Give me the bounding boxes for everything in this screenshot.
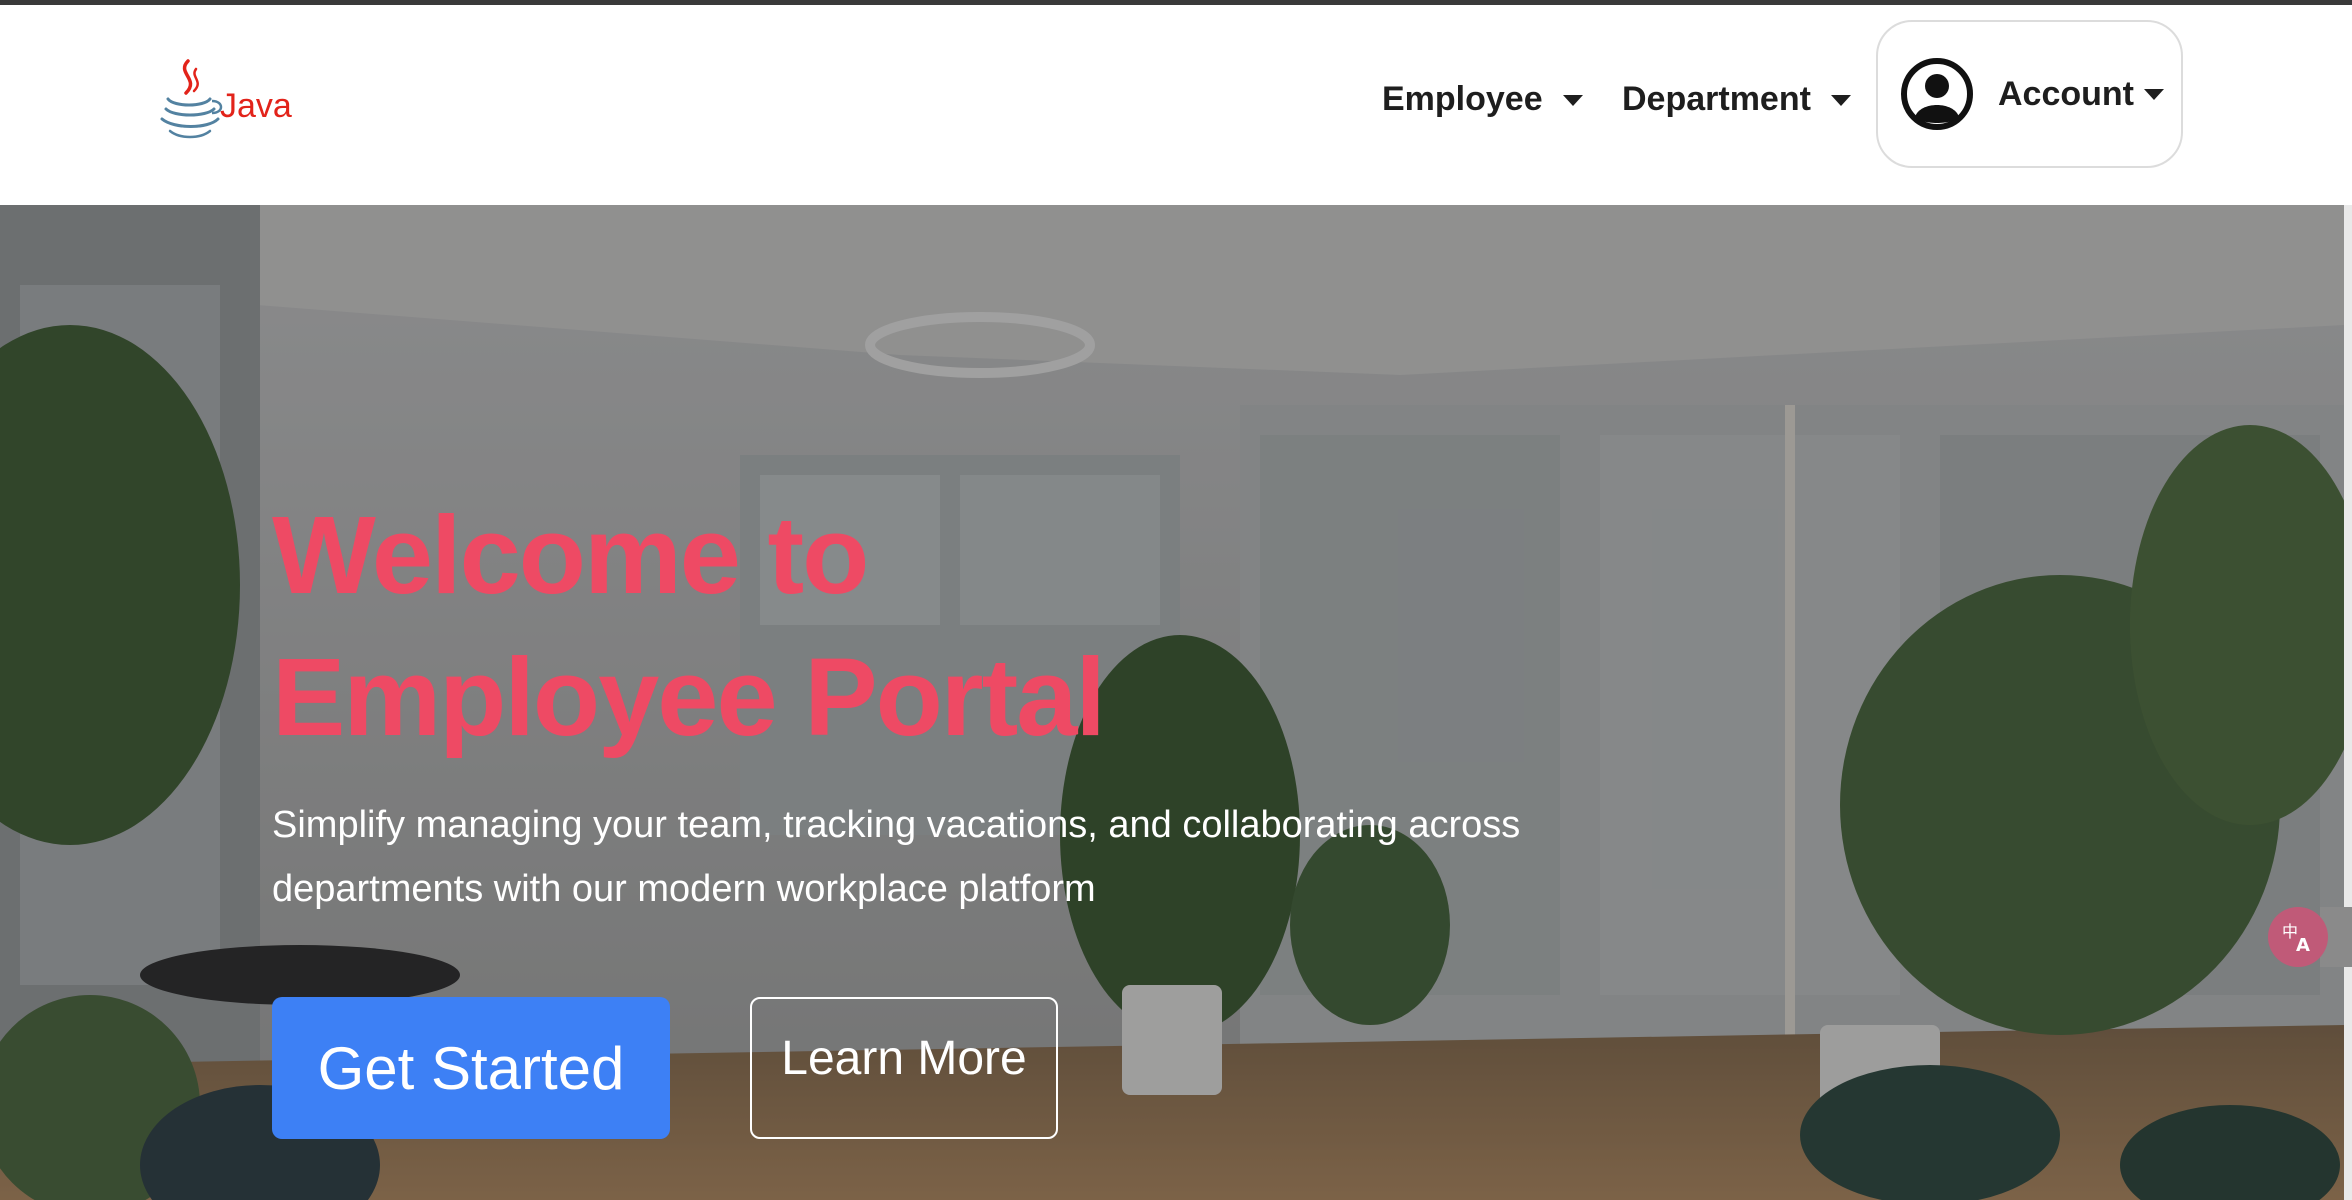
account-dropdown[interactable]: Account (1876, 20, 2183, 168)
hero-title: Welcome to Employee Portal (272, 485, 1372, 769)
java-logo[interactable]: Java (156, 55, 296, 145)
translate-extension-button[interactable]: 中 A (2268, 907, 2328, 967)
user-circle-icon (1901, 58, 1973, 130)
get-started-button[interactable]: Get Started (272, 997, 670, 1139)
account-label: Account (1998, 74, 2134, 113)
caret-down-icon (1562, 94, 1583, 106)
nav-employee-dropdown[interactable]: Employee (1382, 71, 1583, 127)
caret-down-icon (2144, 88, 2164, 100)
hero-subtitle: Simplify managing your team, tracking va… (272, 793, 1672, 921)
translate-icon: 中 A (2282, 922, 2310, 956)
nav-department-label: Department (1622, 79, 1811, 118)
nav-employee-label: Employee (1382, 79, 1543, 118)
page-scrollbar[interactable] (2344, 205, 2352, 1200)
java-coffee-cup-icon: Java (160, 59, 292, 139)
learn-more-button[interactable]: Learn More (750, 997, 1058, 1139)
hero-subtitle-line2: departments with our modern workplace pl… (272, 868, 1096, 910)
caret-down-icon (1830, 94, 1851, 106)
top-navbar: Java Employee Department Account (0, 5, 2352, 205)
hero-section: Welcome to Employee Portal Simplify mana… (0, 205, 2344, 1200)
hero-title-line2: Employee Portal (272, 636, 1106, 759)
hero-subtitle-line1: Simplify managing your team, tracking va… (272, 804, 1521, 846)
svg-text:A: A (2296, 935, 2310, 956)
hero-title-line1: Welcome to (272, 494, 869, 617)
logo-text: Java (220, 87, 292, 125)
nav-department-dropdown[interactable]: Department (1622, 71, 1851, 127)
